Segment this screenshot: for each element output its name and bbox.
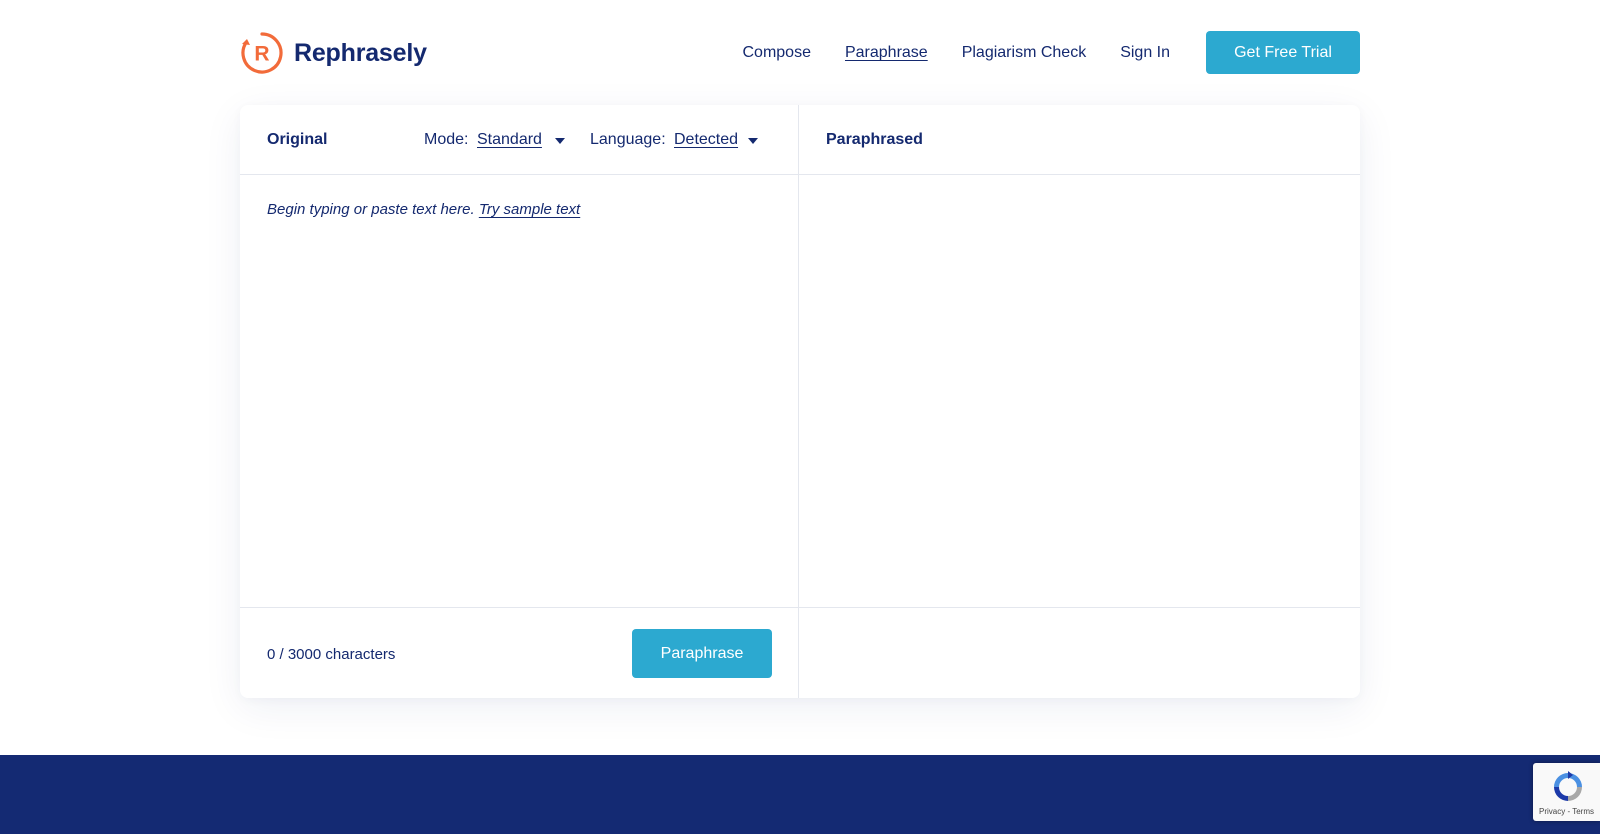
paraphrased-panel: Paraphrased <box>799 105 1360 698</box>
language-label: Language: <box>590 131 666 148</box>
paraphrase-editor: Original Mode: Standard Language: Detect… <box>240 105 1360 698</box>
recaptcha-badge[interactable]: Privacy - Terms <box>1533 763 1600 821</box>
original-panel-footer: 0 / 3000 characters Paraphrase <box>240 607 798 698</box>
site-header: R Rephrasely Compose Paraphrase Plagiari… <box>240 30 1360 76</box>
logo-letter: R <box>254 43 269 66</box>
rephrasely-logo-icon: R <box>241 32 283 74</box>
original-panel-header: Original Mode: Standard Language: Detect… <box>240 105 798 175</box>
nav-plagiarism-check[interactable]: Plagiarism Check <box>962 44 1086 62</box>
try-sample-text-link[interactable]: Try sample text <box>479 201 580 218</box>
main-nav: Compose Paraphrase Plagiarism Check Sign… <box>709 30 1171 76</box>
footer-band <box>0 755 1600 834</box>
mode-select[interactable]: Standard <box>477 131 542 149</box>
logo-text: Rephrasely <box>294 38 427 67</box>
language-select[interactable]: Detected <box>674 131 738 149</box>
logo[interactable]: R Rephrasely <box>240 31 427 75</box>
paraphrased-output <box>826 201 1336 601</box>
paraphrase-button[interactable]: Paraphrase <box>632 629 772 678</box>
nav-compose[interactable]: Compose <box>743 44 811 62</box>
editor-placeholder: Begin typing or paste text here. <box>267 201 475 218</box>
recaptcha-icon <box>1554 771 1582 801</box>
original-title: Original <box>267 131 328 148</box>
character-counter: 0 / 3000 characters <box>267 646 396 663</box>
nav-sign-in[interactable]: Sign In <box>1120 44 1170 62</box>
original-panel: Original Mode: Standard Language: Detect… <box>240 105 799 698</box>
page: R Rephrasely Compose Paraphrase Plagiari… <box>0 0 1600 834</box>
paraphrased-panel-footer <box>799 607 1360 698</box>
mode-label: Mode: <box>424 131 469 148</box>
mode-chevron-down-icon[interactable] <box>555 138 565 144</box>
recaptcha-terms-link[interactable]: Privacy - Terms <box>1533 807 1600 816</box>
paraphrased-panel-header: Paraphrased <box>799 105 1360 175</box>
paraphrased-title: Paraphrased <box>826 131 923 148</box>
language-chevron-down-icon[interactable] <box>748 138 758 144</box>
original-text-input[interactable]: Begin typing or paste text here. Try sam… <box>267 201 777 601</box>
get-free-trial-button[interactable]: Get Free Trial <box>1206 31 1360 74</box>
nav-paraphrase[interactable]: Paraphrase <box>845 44 928 62</box>
